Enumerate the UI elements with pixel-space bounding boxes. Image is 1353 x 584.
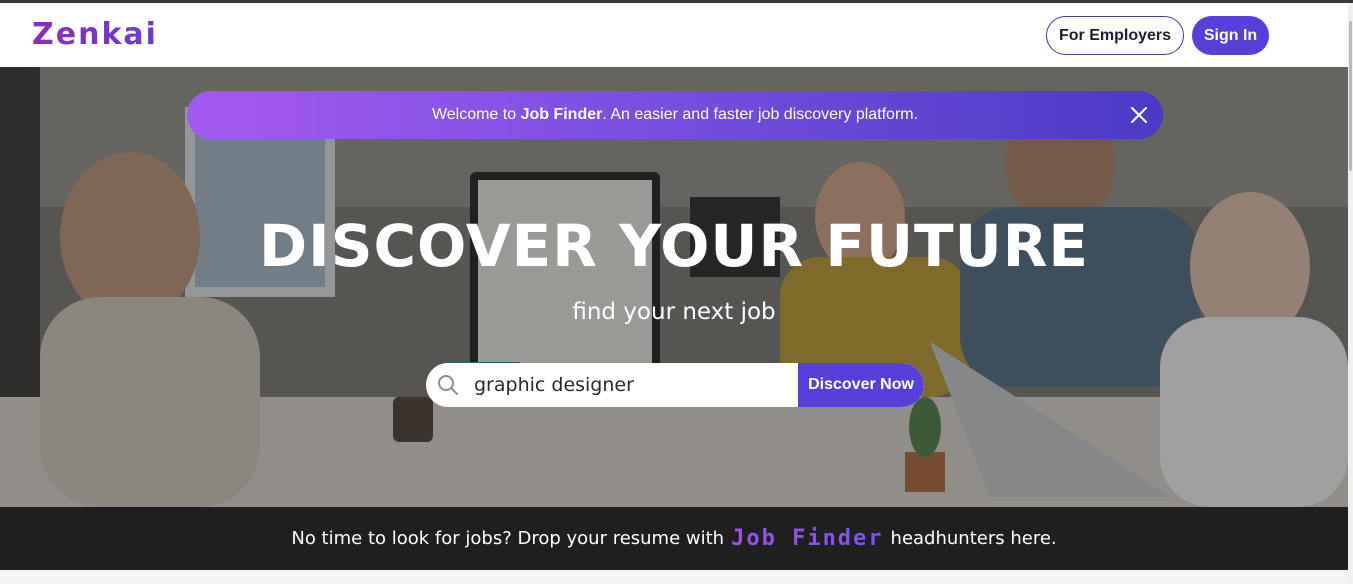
scrollbar-thumb[interactable] [1349,21,1352,171]
banner-suffix: . An easier and faster job discovery pla… [602,106,919,123]
hero-section: Welcome to Job Finder. An easier and fas… [0,67,1348,507]
search-bar: Discover Now [426,363,924,407]
promo-brand-link[interactable]: Job Finder [731,526,883,551]
navbar: Zenkai For Employers Sign In [0,3,1348,67]
hero-subtitle: find your next job [572,299,776,325]
search-input[interactable] [474,363,798,407]
banner-prefix: Welcome to [431,106,521,123]
sign-in-button[interactable]: Sign In [1192,16,1269,55]
promo-suffix: headhunters here. [890,528,1057,549]
promo-prefix: No time to look for jobs? Drop your resu… [291,528,725,549]
discover-now-button[interactable]: Discover Now [798,363,924,407]
page-bottom [0,570,1348,584]
for-employers-button[interactable]: For Employers [1046,16,1184,55]
scrollbar[interactable] [1348,3,1353,584]
welcome-banner: Welcome to Job Finder. An easier and fas… [187,91,1163,139]
resume-promo-bar: No time to look for jobs? Drop your resu… [0,507,1348,570]
search-icon [438,375,458,395]
logo[interactable]: Zenkai [32,17,158,52]
banner-brand: Job Finder [520,106,603,123]
hero-title: DISCOVER YOUR FUTURE [258,212,1090,280]
close-icon[interactable] [1129,105,1149,125]
